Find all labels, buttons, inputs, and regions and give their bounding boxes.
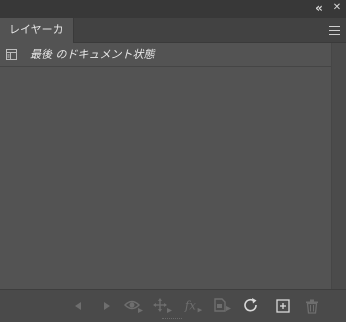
svg-text:fx: fx bbox=[184, 299, 196, 313]
tab-bar: レイヤーカンプ bbox=[0, 18, 346, 60]
list-item-label: 最後 のドキュメント状態 bbox=[30, 48, 155, 61]
close-panel-button[interactable]: ✕ bbox=[330, 1, 344, 15]
panel-menu-icon[interactable] bbox=[329, 26, 340, 35]
list-item[interactable]: 最後 のドキュメント状態 bbox=[0, 43, 331, 67]
bottom-toolbar: fx bbox=[0, 289, 346, 322]
close-icon: ✕ bbox=[332, 2, 342, 13]
layer-style-button[interactable]: fx bbox=[184, 296, 204, 316]
resize-grip[interactable] bbox=[162, 318, 182, 321]
tab-layer-comps[interactable]: レイヤーカンプ bbox=[0, 18, 74, 60]
layer-comps-panel: « ✕ レイヤーカンプ 最後 のドキュメント状態 bbox=[0, 0, 346, 322]
eye-icon bbox=[124, 300, 143, 313]
collapse-panel-button[interactable]: « bbox=[312, 1, 326, 15]
move-icon bbox=[153, 298, 172, 313]
trash-icon bbox=[306, 299, 318, 314]
visibility-button[interactable] bbox=[124, 296, 144, 316]
new-layer-icon bbox=[276, 299, 290, 313]
next-comp-button[interactable] bbox=[97, 296, 117, 316]
document-state-icon bbox=[6, 49, 17, 60]
position-button[interactable] bbox=[153, 296, 173, 316]
fx-icon: fx bbox=[184, 299, 203, 313]
delete-comp-button[interactable] bbox=[302, 296, 322, 316]
document-arrow-icon bbox=[214, 298, 231, 312]
double-chevron-left-icon: « bbox=[315, 1, 323, 15]
smart-object-button[interactable] bbox=[213, 296, 233, 316]
panel-header-strip: « ✕ bbox=[0, 0, 346, 18]
update-comp-button[interactable] bbox=[241, 296, 261, 316]
scrollbar[interactable] bbox=[331, 43, 346, 289]
triangle-right-icon bbox=[104, 302, 110, 310]
triangle-left-icon bbox=[75, 302, 81, 310]
layer-comps-list: 最後 のドキュメント状態 bbox=[0, 43, 331, 289]
new-comp-button[interactable] bbox=[273, 296, 293, 316]
previous-comp-button[interactable] bbox=[68, 296, 88, 316]
refresh-icon bbox=[244, 298, 257, 312]
